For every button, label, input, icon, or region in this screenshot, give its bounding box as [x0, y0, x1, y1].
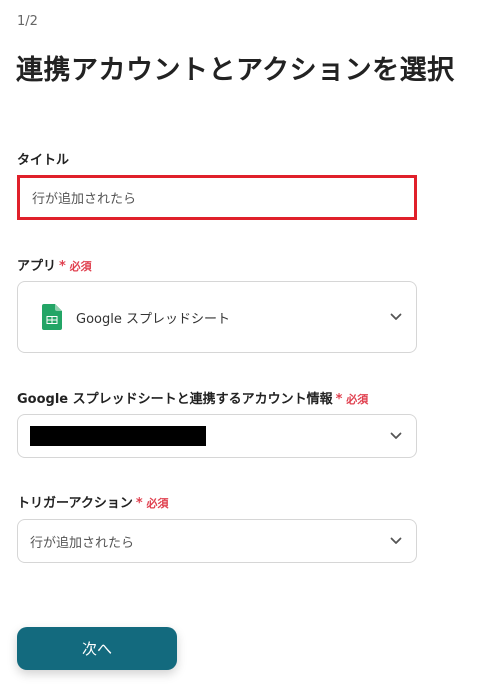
required-badge: * 必須 — [335, 392, 369, 407]
chevron-down-icon — [390, 313, 402, 320]
title-field-label: タイトル — [17, 149, 69, 168]
app-select[interactable]: Google スプレッドシート — [17, 281, 417, 353]
account-select[interactable] — [17, 414, 417, 458]
trigger-action-value: 行が追加されたら — [30, 535, 135, 551]
trigger-action-select[interactable]: 行が追加されたら — [17, 519, 417, 563]
required-star: * — [59, 259, 66, 274]
required-badge: * 必須 — [59, 259, 92, 274]
title-field-label-text: タイトル — [17, 153, 70, 168]
required-text: 必須 — [346, 393, 369, 406]
chevron-down-icon — [390, 432, 402, 439]
page: 1/2 連携アカウントとアクションを選択 タイトル 行が追加されたら アプリ * … — [0, 0, 490, 689]
title-input[interactable]: 行が追加されたら — [17, 175, 417, 220]
google-sheets-icon — [42, 304, 62, 330]
title-input-value: 行が追加されたら — [32, 192, 137, 207]
page-title: 連携アカウントとアクションを選択 — [16, 55, 455, 86]
trigger-field-label: トリガーアクション * 必須 — [17, 492, 169, 511]
required-text: 必須 — [69, 260, 92, 273]
selected-app-label: Google スプレッドシート — [76, 311, 230, 327]
required-text: 必須 — [146, 497, 169, 510]
account-field-label: Google スプレッドシートと連携するアカウント情報 * 必須 — [17, 388, 368, 407]
next-button[interactable]: 次へ — [17, 627, 177, 670]
step-indicator: 1/2 — [17, 14, 38, 29]
trigger-field-label-text: トリガーアクション — [17, 496, 133, 511]
required-star: * — [135, 496, 143, 511]
required-star: * — [335, 392, 343, 407]
chevron-down-icon — [390, 537, 402, 544]
app-field-label: アプリ * 必須 — [17, 255, 92, 274]
account-field-label-text: Google スプレッドシートと連携するアカウント情報 — [17, 392, 333, 407]
app-field-label-text: アプリ — [17, 259, 57, 274]
required-badge: * 必須 — [135, 496, 169, 511]
redacted-account-value — [30, 426, 206, 446]
